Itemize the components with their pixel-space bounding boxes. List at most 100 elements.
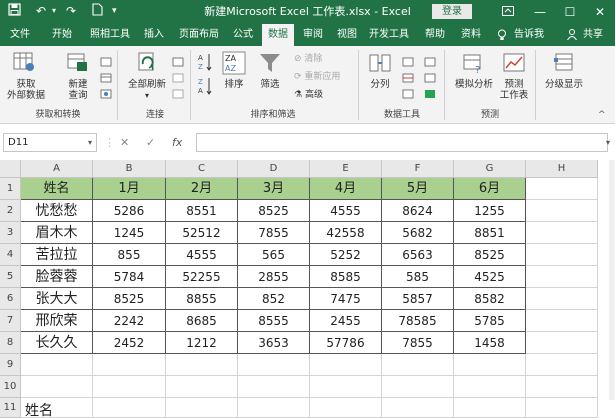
- cell[interactable]: [526, 200, 598, 222]
- name-cell[interactable]: 张大大: [21, 288, 93, 310]
- value-cell[interactable]: 2855: [238, 266, 310, 288]
- column-header-d[interactable]: D: [238, 160, 310, 178]
- row-header-10[interactable]: 10: [0, 376, 21, 398]
- tab-insert[interactable]: 插入: [139, 24, 169, 46]
- row-header-11[interactable]: 11: [0, 398, 21, 418]
- close-icon[interactable]: ✕: [588, 0, 612, 24]
- cell[interactable]: [526, 288, 598, 310]
- cell[interactable]: [93, 398, 166, 418]
- column-header-f[interactable]: F: [382, 160, 454, 178]
- row-header-4[interactable]: 4: [0, 244, 21, 266]
- sort-ascending-icon[interactable]: AZ: [198, 52, 212, 76]
- value-cell[interactable]: 2452: [93, 332, 166, 354]
- value-cell[interactable]: 5785: [454, 310, 526, 332]
- cell[interactable]: [382, 398, 454, 418]
- cell[interactable]: [382, 354, 454, 376]
- cell[interactable]: [238, 376, 310, 398]
- value-cell[interactable]: 565: [238, 244, 310, 266]
- row-header-1[interactable]: 1: [0, 178, 21, 200]
- column-header-b[interactable]: B: [93, 160, 166, 178]
- formula-input[interactable]: [196, 133, 608, 152]
- value-cell[interactable]: 8525: [454, 244, 526, 266]
- column-header-h[interactable]: H: [526, 160, 598, 178]
- value-cell[interactable]: 1245: [93, 222, 166, 244]
- login-button[interactable]: 登录: [432, 4, 472, 19]
- sort-descending-icon[interactable]: ZA: [198, 76, 212, 100]
- value-cell[interactable]: 3653: [238, 332, 310, 354]
- value-cell[interactable]: 1212: [166, 332, 238, 354]
- collapse-ribbon-icon[interactable]: ^: [598, 110, 606, 120]
- cell[interactable]: [526, 310, 598, 332]
- expand-formula-icon[interactable]: ▾: [606, 133, 610, 152]
- value-cell[interactable]: 4555: [310, 200, 382, 222]
- cell[interactable]: [454, 398, 526, 418]
- value-cell[interactable]: 7855: [382, 332, 454, 354]
- row-header-8[interactable]: 8: [0, 332, 21, 354]
- cell[interactable]: [526, 398, 598, 418]
- value-cell[interactable]: 8851: [454, 222, 526, 244]
- column-header-a[interactable]: A: [21, 160, 93, 178]
- column-header-g[interactable]: G: [454, 160, 526, 178]
- value-cell[interactable]: 5857: [382, 288, 454, 310]
- value-cell[interactable]: 6563: [382, 244, 454, 266]
- header-cell[interactable]: 姓名: [21, 178, 93, 200]
- value-cell[interactable]: 8525: [93, 288, 166, 310]
- recent-sources-icon[interactable]: [100, 84, 112, 103]
- header-cell[interactable]: 2月: [166, 178, 238, 200]
- cell[interactable]: [526, 244, 598, 266]
- value-cell[interactable]: 1255: [454, 200, 526, 222]
- tab-page-layout[interactable]: 页面布局: [175, 24, 223, 46]
- cell[interactable]: [21, 354, 93, 376]
- lightbulb-icon[interactable]: [495, 24, 509, 46]
- value-cell[interactable]: 8855: [166, 288, 238, 310]
- value-cell[interactable]: 2455: [310, 310, 382, 332]
- data-model-icon[interactable]: [424, 84, 436, 103]
- tab-help[interactable]: 帮助: [420, 24, 450, 46]
- header-cell[interactable]: 5月: [382, 178, 454, 200]
- header-cell[interactable]: 1月: [93, 178, 166, 200]
- tab-photo-tools[interactable]: 照相工具: [86, 24, 134, 46]
- cell[interactable]: [93, 376, 166, 398]
- value-cell[interactable]: 5252: [310, 244, 382, 266]
- tab-review[interactable]: 审阅: [298, 24, 328, 46]
- value-cell[interactable]: 2242: [93, 310, 166, 332]
- value-cell[interactable]: 1458: [454, 332, 526, 354]
- cell[interactable]: [238, 398, 310, 418]
- header-cell[interactable]: 3月: [238, 178, 310, 200]
- cell[interactable]: [310, 398, 382, 418]
- cell[interactable]: [526, 222, 598, 244]
- cell[interactable]: [526, 178, 598, 200]
- share-button[interactable]: 共享: [578, 24, 608, 46]
- name-cell[interactable]: 脸蓉蓉: [21, 266, 93, 288]
- tab-data[interactable]: 数据: [262, 24, 294, 46]
- tab-formulas[interactable]: 公式: [228, 24, 258, 46]
- column-header-c[interactable]: C: [166, 160, 238, 178]
- cell[interactable]: [166, 398, 238, 418]
- insert-function-icon[interactable]: fx: [172, 133, 182, 152]
- column-header-e[interactable]: E: [310, 160, 382, 178]
- cell[interactable]: [526, 376, 598, 398]
- tab-developer[interactable]: 开发工具: [366, 24, 412, 46]
- tab-file[interactable]: 文件: [4, 24, 36, 46]
- value-cell[interactable]: 8551: [166, 200, 238, 222]
- row-header-7[interactable]: 7: [0, 310, 21, 332]
- cell[interactable]: [93, 354, 166, 376]
- cell[interactable]: [454, 376, 526, 398]
- tab-resources[interactable]: 资料: [456, 24, 486, 46]
- row-header-2[interactable]: 2: [0, 200, 21, 222]
- value-cell[interactable]: 4555: [166, 244, 238, 266]
- value-cell[interactable]: 8555: [238, 310, 310, 332]
- row-header-3[interactable]: 3: [0, 222, 21, 244]
- cell[interactable]: [166, 354, 238, 376]
- edit-links-icon[interactable]: [172, 84, 184, 103]
- value-cell[interactable]: 585: [382, 266, 454, 288]
- share-user-icon[interactable]: [566, 24, 578, 46]
- value-cell[interactable]: 5784: [93, 266, 166, 288]
- name-box[interactable]: D11: [3, 133, 97, 152]
- value-cell[interactable]: 8685: [166, 310, 238, 332]
- clear-button[interactable]: ⊘ 清除: [294, 54, 322, 65]
- cell[interactable]: [21, 376, 93, 398]
- row-header-9[interactable]: 9: [0, 354, 21, 376]
- value-cell[interactable]: 8525: [238, 200, 310, 222]
- cell[interactable]: [382, 376, 454, 398]
